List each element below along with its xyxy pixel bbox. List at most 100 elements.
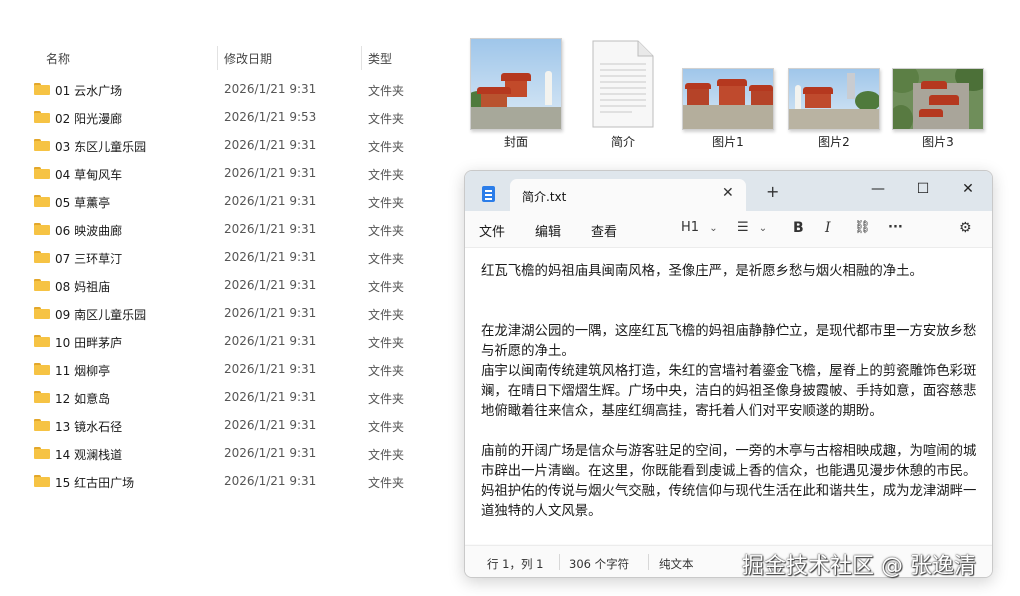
maximize-button[interactable]: ☐ xyxy=(901,175,945,203)
folder-icon xyxy=(34,419,50,431)
modified-date: 2026/1/21 9:31 xyxy=(224,446,317,460)
item-type: 文件夹 xyxy=(368,448,405,462)
content-summary-line: 红瓦飞檐的妈祖庙具闽南风格，圣像庄严，是祈愿乡愁与烟火相融的净土。 xyxy=(481,264,923,279)
folder-icon xyxy=(34,167,50,179)
settings-gear-icon[interactable]: ⚙ xyxy=(959,220,972,236)
item-type: 文件夹 xyxy=(368,168,405,182)
table-row[interactable]: 12 如意岛 2026/1/21 9:31 文件夹 xyxy=(0,383,450,411)
watermark: 掘金技术社区 @ 张逸清 xyxy=(742,554,976,579)
text-editor[interactable]: 红瓦飞檐的妈祖庙具闽南风格，圣像庄严，是祈愿乡愁与烟火相融的净土。 在龙津湖公园… xyxy=(465,248,992,544)
status-divider xyxy=(559,554,560,570)
table-row[interactable]: 02 阳光漫廊 2026/1/21 9:53 文件夹 xyxy=(0,103,450,131)
new-tab-plus-icon[interactable]: + xyxy=(766,184,779,200)
column-divider[interactable] xyxy=(361,46,362,70)
table-row[interactable]: 14 观澜栈道 2026/1/21 9:31 文件夹 xyxy=(0,439,450,467)
item-type: 文件夹 xyxy=(368,252,405,266)
folder-name: 15 红古田广场 xyxy=(55,476,135,490)
table-row[interactable]: 13 镜水石径 2026/1/21 9:31 文件夹 xyxy=(0,411,450,439)
menu-view[interactable]: 查看 xyxy=(591,221,617,240)
item-type: 文件夹 xyxy=(368,84,405,98)
table-row[interactable]: 03 东区儿童乐园 2026/1/21 9:31 文件夹 xyxy=(0,131,450,159)
content-paragraph: 庙前的开阔广场是信众与游客驻足的空间，一旁的木亭与古榕相映成趣，为喧闹的城市辟出… xyxy=(481,444,977,519)
item-type: 文件夹 xyxy=(368,112,405,126)
table-row[interactable]: 10 田畔茅庐 2026/1/21 9:31 文件夹 xyxy=(0,327,450,355)
format-indicator[interactable]: 纯文本 xyxy=(659,556,694,572)
thumbnail-label: 简介 xyxy=(610,135,635,149)
content-paragraph: 在龙津湖公园的一隅，这座红瓦飞檐的妈祖庙静静伫立，是现代都市里一方安放乡愁与祈愿… xyxy=(481,324,977,359)
close-button[interactable]: ✕ xyxy=(946,175,990,203)
item-type: 文件夹 xyxy=(368,224,405,238)
table-row[interactable]: 11 烟柳亭 2026/1/21 9:31 文件夹 xyxy=(0,355,450,383)
folder-icon xyxy=(34,83,50,95)
image-1 xyxy=(682,68,774,130)
folder-icon xyxy=(34,447,50,459)
folder-name: 08 妈祖庙 xyxy=(55,280,111,294)
chevron-down-icon: ⌄ xyxy=(758,223,768,234)
folder-name: 02 阳光漫廊 xyxy=(55,112,123,126)
folder-name: 13 镜水石径 xyxy=(55,420,123,434)
modified-date: 2026/1/21 9:31 xyxy=(224,138,317,152)
italic-button[interactable]: I xyxy=(825,220,831,236)
folder-icon xyxy=(34,223,50,235)
link-icon[interactable]: ⛓ xyxy=(854,220,871,235)
modified-date: 2026/1/21 9:31 xyxy=(224,194,317,208)
table-row[interactable]: 08 妈祖庙 2026/1/21 9:31 文件夹 xyxy=(0,271,450,299)
folder-name: 03 东区儿童乐园 xyxy=(55,140,147,154)
modified-date: 2026/1/21 9:31 xyxy=(224,474,317,488)
status-divider xyxy=(648,554,649,570)
bold-button[interactable]: B xyxy=(793,220,804,236)
chevron-down-icon: ⌄ xyxy=(709,223,718,234)
list-header: 名称 修改日期 类型 xyxy=(0,44,450,72)
folder-icon xyxy=(34,475,50,487)
modified-date: 2026/1/21 9:31 xyxy=(224,334,317,348)
list-dropdown[interactable]: ☰ ⌄ xyxy=(737,220,767,235)
item-type: 文件夹 xyxy=(368,364,405,378)
menu-edit[interactable]: 编辑 xyxy=(535,221,561,240)
folder-name: 06 映波曲廊 xyxy=(55,224,123,238)
column-header-type[interactable]: 类型 xyxy=(368,50,392,67)
modified-date: 2026/1/21 9:31 xyxy=(224,278,317,292)
table-row[interactable]: 09 南区儿童乐园 2026/1/21 9:31 文件夹 xyxy=(0,299,450,327)
minimize-button[interactable]: — xyxy=(856,175,900,203)
modified-date: 2026/1/21 9:31 xyxy=(224,362,317,376)
table-row[interactable]: 05 草薰亭 2026/1/21 9:31 文件夹 xyxy=(0,187,450,215)
folder-icon xyxy=(34,335,50,347)
table-row[interactable]: 01 云水广场 2026/1/21 9:31 文件夹 xyxy=(0,75,450,103)
table-row[interactable]: 06 映波曲廊 2026/1/21 9:31 文件夹 xyxy=(0,215,450,243)
table-row[interactable]: 04 草甸风车 2026/1/21 9:31 文件夹 xyxy=(0,159,450,187)
item-type: 文件夹 xyxy=(368,392,405,406)
item-type: 文件夹 xyxy=(368,280,405,294)
cursor-position[interactable]: 行 1，列 1 xyxy=(487,556,543,572)
more-options-button[interactable]: ··· xyxy=(888,220,903,235)
tab-close-icon[interactable]: ✕ xyxy=(722,185,734,201)
title-bar[interactable]: 简介.txt ✕ + — ☐ ✕ xyxy=(465,171,992,211)
folder-icon xyxy=(34,251,50,263)
folder-icon xyxy=(34,307,50,319)
thumbnail-label: 封面 xyxy=(503,135,528,149)
content-paragraph: 庙宇以闽南传统建筑风格打造，朱红的宫墙衬着鎏金飞檐，屋脊上的剪瓷雕饰色彩斑斓，在… xyxy=(481,364,977,419)
modified-date: 2026/1/21 9:31 xyxy=(224,222,317,236)
modified-date: 2026/1/21 9:31 xyxy=(224,166,317,180)
column-header-name[interactable]: 名称 xyxy=(46,50,70,67)
notepad-app-icon xyxy=(482,186,495,202)
folder-name: 07 三环草汀 xyxy=(55,252,123,266)
thumbnail-label: 图片1 xyxy=(712,135,744,149)
item-type: 文件夹 xyxy=(368,196,405,210)
folder-name: 10 田畔茅庐 xyxy=(55,336,123,350)
tab-document[interactable]: 简介.txt ✕ xyxy=(510,179,746,211)
cover-image xyxy=(470,38,562,130)
heading-dropdown[interactable]: H1 ⌄ xyxy=(681,220,718,235)
table-row[interactable]: 07 三环草汀 2026/1/21 9:31 文件夹 xyxy=(0,243,450,271)
folder-icon xyxy=(34,279,50,291)
heading-label: H1 xyxy=(681,220,700,235)
item-type: 文件夹 xyxy=(368,476,405,490)
text-file-icon xyxy=(592,40,654,128)
column-header-date[interactable]: 修改日期 xyxy=(224,50,272,67)
modified-date: 2026/1/21 9:31 xyxy=(224,418,317,432)
menu-file[interactable]: 文件 xyxy=(479,221,505,240)
thumbnail-label: 图片2 xyxy=(818,135,850,149)
folder-icon xyxy=(34,111,50,123)
table-row[interactable]: 15 红古田广场 2026/1/21 9:31 文件夹 xyxy=(0,467,450,495)
column-divider[interactable] xyxy=(217,46,218,70)
file-list: 名称 修改日期 类型 01 云水广场 2026/1/21 9:31 文件夹 02 阳光… xyxy=(0,0,450,596)
